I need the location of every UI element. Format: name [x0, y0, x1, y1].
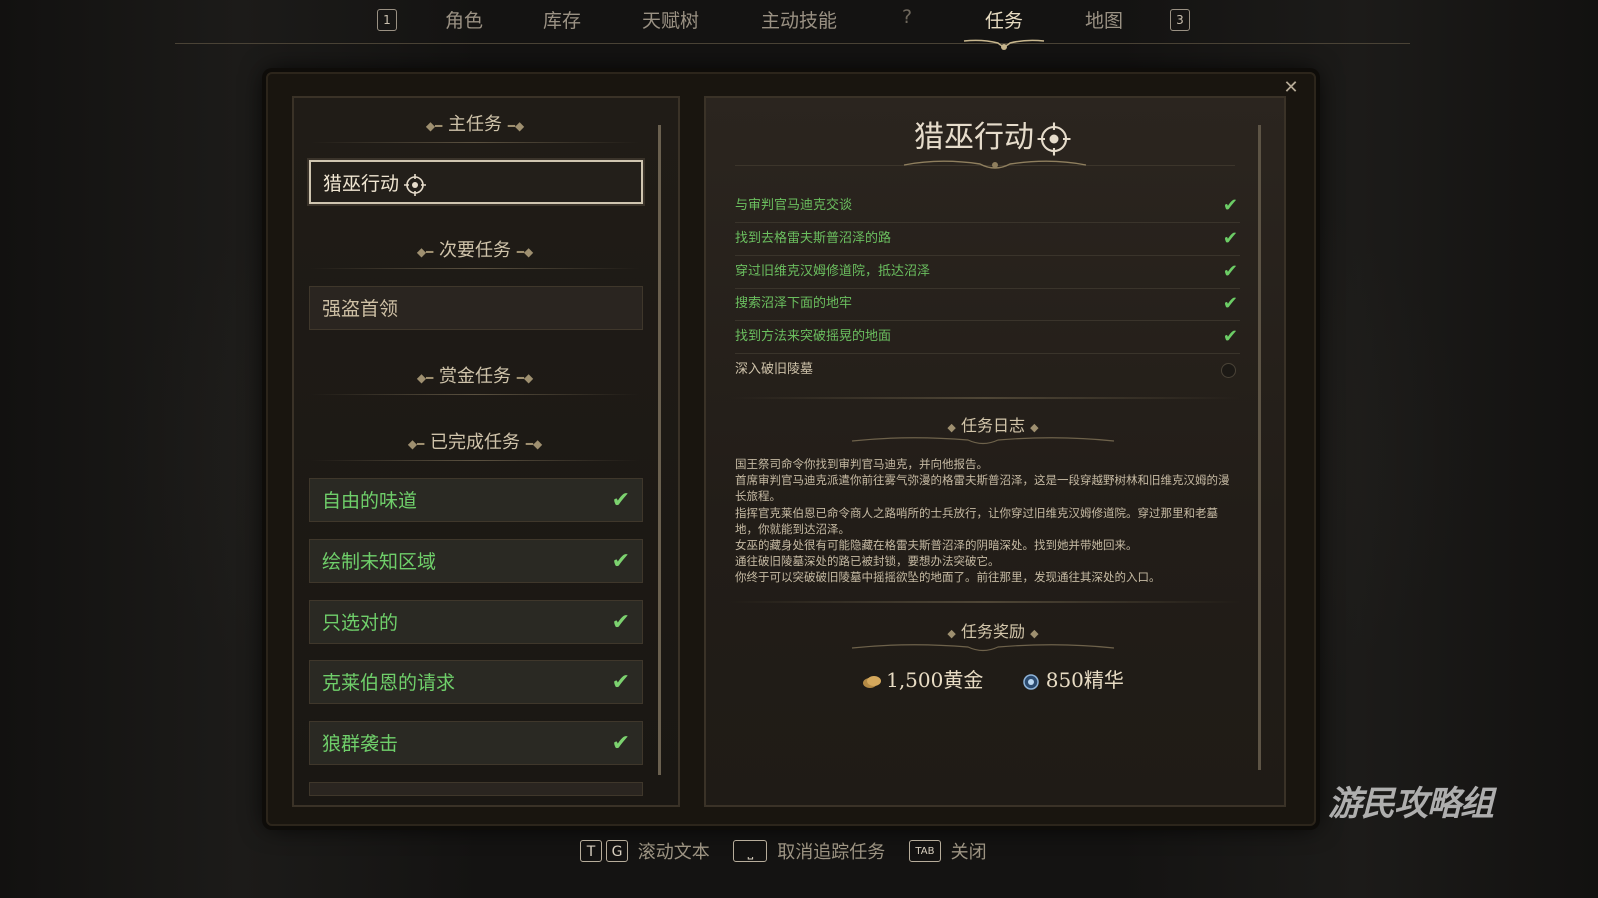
tracked-target-icon: [1037, 122, 1071, 155]
scroll-text-label: 滚动文本: [637, 842, 710, 863]
quest-rewards: 1,500黄金 850精华: [704, 664, 1282, 693]
quest-item-completed[interactable]: 自由的味道 ✔: [309, 478, 643, 522]
checkmark-icon: ✔: [1222, 261, 1238, 282]
essence-icon: [1022, 673, 1039, 690]
divider: [310, 268, 640, 269]
gold-coin-icon: [863, 675, 882, 688]
objective-item-pending: 深入破旧陵墓: [735, 354, 1240, 386]
tab-talent-tree[interactable]: 天赋树: [642, 6, 699, 33]
key-hints: TG 滚动文本 ⎵ 取消追踪任务 TAB 关闭: [580, 838, 1005, 864]
quest-journal: 国王祭司命令你找到审判官马迪克，并向他报告。 首席审判官马迪克派遣你前往雾气弥漫…: [735, 456, 1240, 586]
completed-quest-header: ◆━ 已完成任务 ━◆: [407, 432, 543, 453]
checkmark-icon: ✔: [611, 731, 630, 756]
tab-inventory[interactable]: 库存: [543, 6, 581, 33]
quest-item-completed[interactable]: 只选对的 ✔: [309, 600, 643, 644]
untrack-quest-label: 取消追踪任务: [777, 842, 886, 863]
checkmark-icon: ✔: [1222, 293, 1238, 314]
divider: [310, 460, 640, 461]
quest-item-side[interactable]: 强盗首领: [309, 286, 643, 330]
next-tab-key[interactable]: 3: [1170, 9, 1190, 31]
title-flourish-icon: [903, 160, 1087, 169]
checkmark-icon: ✔: [1222, 195, 1238, 216]
tab-character[interactable]: 角色: [445, 6, 483, 33]
close-label: 关闭: [950, 842, 987, 863]
key-space[interactable]: ⎵: [733, 840, 768, 862]
key-g[interactable]: G: [606, 840, 628, 862]
quest-item-completed[interactable]: 绘制未知区域 ✔: [309, 539, 643, 583]
quest-title: 猎巫行动: [704, 112, 1282, 157]
divider: [310, 142, 640, 143]
quest-item-main-selected[interactable]: 猎巫行动: [309, 160, 643, 204]
incomplete-circle-icon: [1221, 363, 1236, 378]
journal-entry: 通往破旧陵墓深处的路已被封锁，要想办法突破它。: [735, 554, 1000, 569]
checkmark-icon: ✔: [611, 488, 630, 513]
active-tab-flourish-icon: [963, 39, 1045, 50]
journal-entry: 女巫的藏身处很有可能隐藏在格雷夫斯普沼泽的阴暗深处。找到她并带她回来。: [735, 538, 1138, 553]
checkmark-icon: ✔: [1222, 228, 1238, 249]
quest-item-completed[interactable]: 狼群袭击 ✔: [309, 721, 643, 765]
objective-item: 与审判官马迪克交谈 ✔: [735, 190, 1240, 223]
tracked-target-icon: [404, 173, 427, 196]
tab-quests[interactable]: 任务: [985, 6, 1023, 33]
quest-list-scrollbar[interactable]: [658, 125, 661, 775]
divider: [310, 394, 640, 395]
checkmark-icon: ✔: [1222, 326, 1238, 347]
journal-entry: 指挥官克莱伯恩已命令商人之路哨所的士兵放行，让你穿过旧维克汉姆修道院。穿过那里和…: [735, 505, 1218, 536]
key-t[interactable]: T: [580, 840, 602, 862]
close-icon[interactable]: ✕: [1281, 78, 1301, 98]
tab-active-skills[interactable]: 主动技能: [761, 6, 837, 33]
journal-entry: 首席审判官马迪克派遣你前往雾气弥漫的格雷夫斯普沼泽，这是一段穿越野树林和旧维克汉…: [735, 473, 1230, 504]
divider: [730, 601, 1240, 603]
checkmark-icon: ✔: [611, 549, 630, 574]
journal-entry: 你终于可以突破破旧陵墓中摇摇欲坠的地面了。前往那里，发现通往其深处的入口。: [735, 570, 1161, 585]
checkmark-icon: ✔: [611, 610, 630, 635]
journal-flourish-icon: [851, 437, 1115, 445]
journal-header: ◆ 任务日志 ◆: [947, 416, 1039, 435]
main-quest-header: ◆━ 主任务 ━◆: [425, 114, 525, 135]
journal-entry: 国王祭司命令你找到审判官马迪克，并向他报告。: [735, 457, 988, 471]
key-tab[interactable]: TAB: [908, 840, 941, 862]
bounty-quest-header: ◆━ 赏金任务 ━◆: [416, 366, 534, 387]
side-quest-header: ◆━ 次要任务 ━◆: [416, 240, 534, 261]
quest-item-partial[interactable]: [309, 782, 643, 796]
rewards-flourish-icon: [851, 644, 1115, 652]
objective-item: 穿过旧维克汉姆修道院，抵达沼泽 ✔: [735, 256, 1240, 289]
tab-unknown[interactable]: ?: [902, 6, 912, 28]
watermark-logo: 游民攻略组: [1328, 784, 1494, 824]
divider: [730, 397, 1240, 399]
nav-divider: [175, 43, 1410, 44]
rewards-header: ◆ 任务奖励 ◆: [947, 622, 1039, 641]
quest-item-completed[interactable]: 克莱伯恩的请求 ✔: [309, 660, 643, 704]
checkmark-icon: ✔: [611, 670, 630, 695]
prev-tab-key[interactable]: 1: [377, 9, 397, 31]
tab-map[interactable]: 地图: [1085, 6, 1123, 33]
reward-gold: 1,500黄金: [862, 664, 983, 693]
reward-essence: 850精华: [1022, 664, 1124, 693]
objective-item: 找到去格雷夫斯普沼泽的路 ✔: [735, 223, 1240, 256]
objective-item: 找到方法来突破摇晃的地面 ✔: [735, 321, 1240, 354]
objective-item: 搜索沼泽下面的地牢 ✔: [735, 288, 1240, 321]
